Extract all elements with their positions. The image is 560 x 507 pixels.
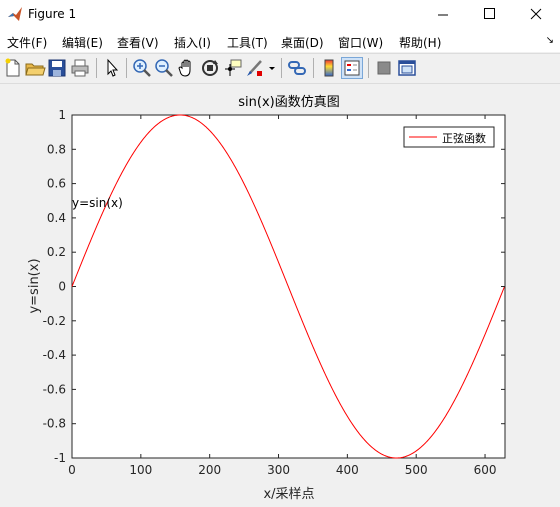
close-button[interactable]: [512, 0, 560, 30]
zoom-out-icon: [155, 59, 173, 77]
menu-window[interactable]: 窗口(W): [338, 34, 383, 51]
toolbar-separator: [368, 58, 369, 78]
menu-help[interactable]: 帮助(H): [399, 34, 441, 51]
new-file-icon: [5, 58, 20, 77]
close-icon: [530, 8, 542, 20]
edit-plot-button[interactable]: [101, 57, 123, 79]
y-tick-label: -0.8: [43, 417, 66, 431]
link-plot-icon: [288, 61, 306, 75]
window-title: Figure 1: [28, 7, 77, 21]
menu-view[interactable]: 查看(V): [117, 34, 159, 51]
legend[interactable]: 正弦函数: [403, 126, 495, 148]
y-tick-label: 0.4: [47, 211, 66, 225]
pointer-icon: [107, 58, 119, 77]
maximize-icon: [484, 8, 495, 19]
maximize-button[interactable]: [466, 0, 512, 30]
colorbar-icon: [324, 59, 334, 77]
open-folder-icon: [25, 63, 46, 76]
legend-label: 正弦函数: [442, 131, 486, 145]
brush-dropdown[interactable]: [266, 57, 278, 79]
print-button[interactable]: [69, 57, 91, 79]
y-tick-label: 1: [58, 108, 66, 122]
rotate-3d-button[interactable]: [199, 57, 221, 79]
print-icon: [71, 59, 89, 77]
dock-icon: [398, 60, 416, 76]
toolbar: [0, 53, 560, 84]
chevron-down-icon: [269, 67, 275, 70]
menu-tools[interactable]: 工具(T): [227, 34, 268, 51]
x-tick-label: 200: [198, 463, 221, 477]
colorbar-button[interactable]: [318, 57, 340, 79]
toolbar-separator: [281, 58, 282, 78]
menu-edit[interactable]: 编辑(E): [62, 34, 103, 51]
chart-title: sin(x)函数仿真图: [238, 95, 339, 110]
toolbar-separator: [96, 58, 97, 78]
zoom-in-icon: [133, 59, 151, 77]
save-icon: [48, 59, 66, 77]
x-axis-label: x/采样点: [263, 487, 314, 502]
menu-file[interactable]: 文件(F): [7, 34, 47, 51]
brush-button[interactable]: [244, 57, 266, 79]
y-tick-label: -0.2: [43, 314, 66, 328]
toolbar-separator: [313, 58, 314, 78]
data-cursor-button[interactable]: [222, 57, 244, 79]
y-tick-label: -0.4: [43, 348, 66, 362]
x-tick-label: 300: [267, 463, 290, 477]
link-plot-button[interactable]: [286, 57, 308, 79]
y-tick-label: 0.8: [47, 142, 66, 156]
hide-tools-icon: [377, 61, 391, 75]
matlab-logo-icon: [8, 7, 22, 21]
zoom-out-button[interactable]: [153, 57, 175, 79]
minimize-icon: [438, 14, 448, 16]
legend-icon: [344, 60, 360, 76]
pan-hand-icon: [178, 59, 191, 77]
plot-svg: sin(x)函数仿真图 0 100 200 300 400 500 600 1 0.8 0.6 0…: [27, 95, 506, 502]
menu-bar: 文件(F) 编辑(E) 查看(V) 插入(I) 工具(T) 桌面(D) 窗口(W…: [0, 30, 560, 52]
x-tick-label: 0: [68, 463, 76, 477]
y-axis-label: y=sin(x): [27, 258, 42, 313]
data-cursor-icon: [225, 59, 242, 76]
zoom-in-button[interactable]: [131, 57, 153, 79]
menu-desktop[interactable]: 桌面(D): [281, 34, 324, 51]
legend-button[interactable]: [341, 57, 363, 79]
x-tick-label: 500: [405, 463, 428, 477]
y-tick-label: -0.6: [43, 382, 66, 396]
new-figure-button[interactable]: [2, 57, 24, 79]
pan-button[interactable]: [176, 57, 198, 79]
annotation-text: y=sin(x): [72, 196, 123, 210]
show-plot-tools-button[interactable]: [396, 57, 418, 79]
y-tick-label: 0: [58, 280, 66, 294]
y-tick-label: -1: [54, 451, 66, 465]
x-tick-label: 600: [474, 463, 497, 477]
menu-insert[interactable]: 插入(I): [174, 34, 211, 51]
menu-expand-icon[interactable]: ↘: [546, 35, 554, 46]
open-file-button[interactable]: [24, 57, 46, 79]
toolbar-separator: [126, 58, 127, 78]
x-tick-label: 100: [129, 463, 152, 477]
minimize-button[interactable]: [420, 0, 466, 30]
x-tick-label: 400: [336, 463, 359, 477]
brush-icon: [247, 60, 262, 76]
y-tick-label: 0.6: [47, 177, 66, 191]
y-tick-label: 0.2: [47, 245, 66, 259]
title-bar: Figure 1: [0, 0, 560, 30]
figure-canvas[interactable]: sin(x)函数仿真图 0 100 200 300 400 500 600 1 0.8 0.6 0…: [0, 84, 560, 503]
save-button[interactable]: [46, 57, 68, 79]
rotate-3d-icon: [202, 60, 218, 76]
hide-plot-tools-button[interactable]: [373, 57, 395, 79]
